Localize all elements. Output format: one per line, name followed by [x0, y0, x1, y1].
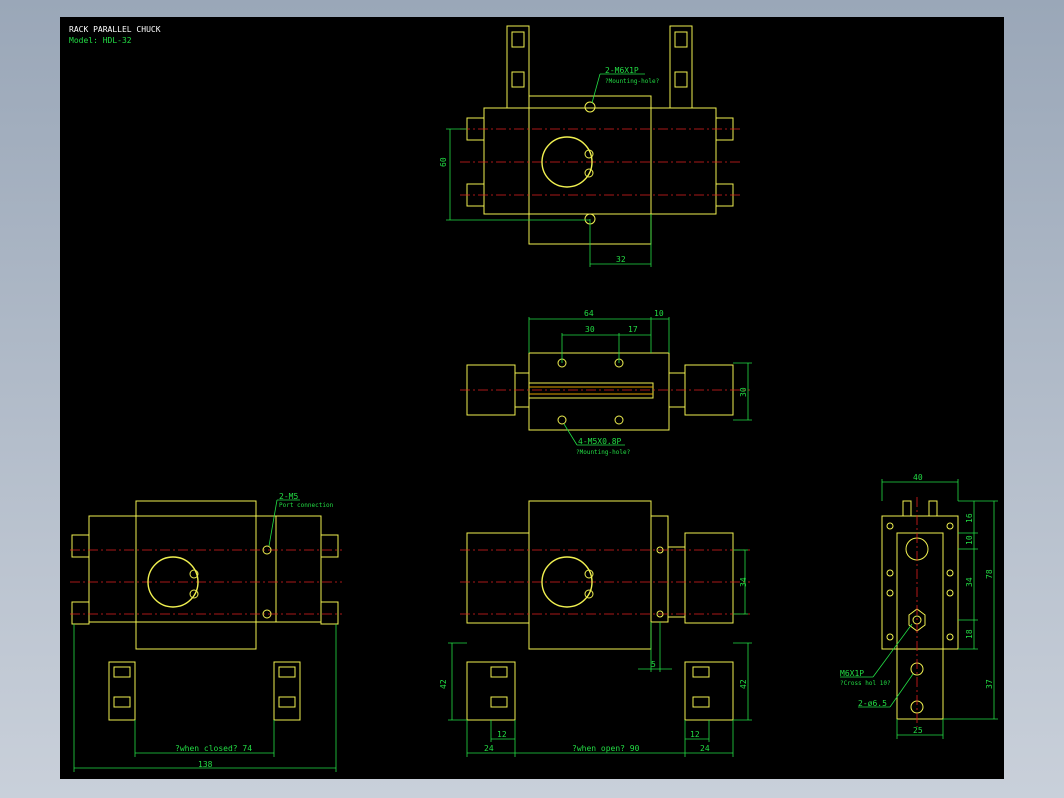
- left-note-connection: Port connection: [279, 502, 334, 509]
- side-note-cross: ?Cross hol 10?: [840, 680, 891, 687]
- mid-note-mounting: ?Mounting-hole?: [576, 449, 631, 456]
- mid-dim-64: 64: [584, 309, 594, 318]
- center-dim-42-right: 42: [739, 679, 748, 689]
- mid-dim-30-right: 30: [739, 387, 748, 397]
- middle-view: 64 10 30 17 30 4-M5X0.8P ?Mounting-hole?: [460, 309, 752, 456]
- mid-dim-10: 10: [654, 309, 664, 318]
- center-dim-12-right: 12: [690, 730, 700, 739]
- cad-drawing: RACK PARALLEL CHUCK Model: HDL-32 2-M6X1…: [69, 25, 998, 772]
- side-dim-37: 37: [985, 679, 994, 689]
- mid-note-thread: 4-M5X0.8P: [578, 437, 622, 446]
- center-dim-open: ?when open? 90: [572, 744, 640, 753]
- top-dim-32: 32: [616, 255, 626, 264]
- left-note-port: 2-M5: [279, 492, 298, 501]
- side-dim-34: 34: [965, 577, 974, 587]
- side-dim-18: 18: [965, 629, 974, 639]
- mid-dim-17: 17: [628, 325, 638, 334]
- side-dim-16: 16: [965, 513, 974, 523]
- model-label: Model: HDL-32: [69, 36, 132, 45]
- center-dim-24-right: 24: [700, 744, 710, 753]
- left-dim-closed: ?when closed? 74: [175, 744, 252, 753]
- center-dim-12-left: 12: [497, 730, 507, 739]
- mid-dim-30: 30: [585, 325, 595, 334]
- center-view: 34 5 42 42 12 12 24 24 ?when open? 90: [439, 500, 752, 757]
- side-dim-10: 10: [965, 535, 974, 545]
- top-dim-60: 60: [439, 157, 448, 167]
- top-view: 2-M6X1P ?Mounting-hole? 60 32: [439, 25, 740, 267]
- center-dim-42-left: 42: [439, 679, 448, 689]
- left-dim-total: 138: [198, 760, 213, 769]
- left-view: 2-M5 Port connection ?when closed? 74 13…: [70, 492, 342, 772]
- side-note-thread: M6X1P: [840, 669, 864, 678]
- top-note-thread: 2-M6X1P: [605, 66, 639, 75]
- center-dim-24-left: 24: [484, 744, 494, 753]
- side-note-hole: 2-ø6.5: [858, 699, 887, 708]
- top-note-mounting: ?Mounting-hole?: [605, 78, 660, 85]
- side-dim-78: 78: [985, 569, 994, 579]
- drawing-title: RACK PARALLEL CHUCK: [69, 25, 161, 34]
- side-dim-40: 40: [913, 473, 923, 482]
- center-dim-5: 5: [651, 660, 656, 669]
- side-view: 40 16 10 34 18 78 37 25 M6X1P ?Cross hol…: [840, 473, 998, 739]
- side-dim-25: 25: [913, 726, 923, 735]
- center-dim-34: 34: [739, 577, 748, 587]
- drawing-canvas[interactable]: RACK PARALLEL CHUCK Model: HDL-32 2-M6X1…: [60, 17, 1004, 779]
